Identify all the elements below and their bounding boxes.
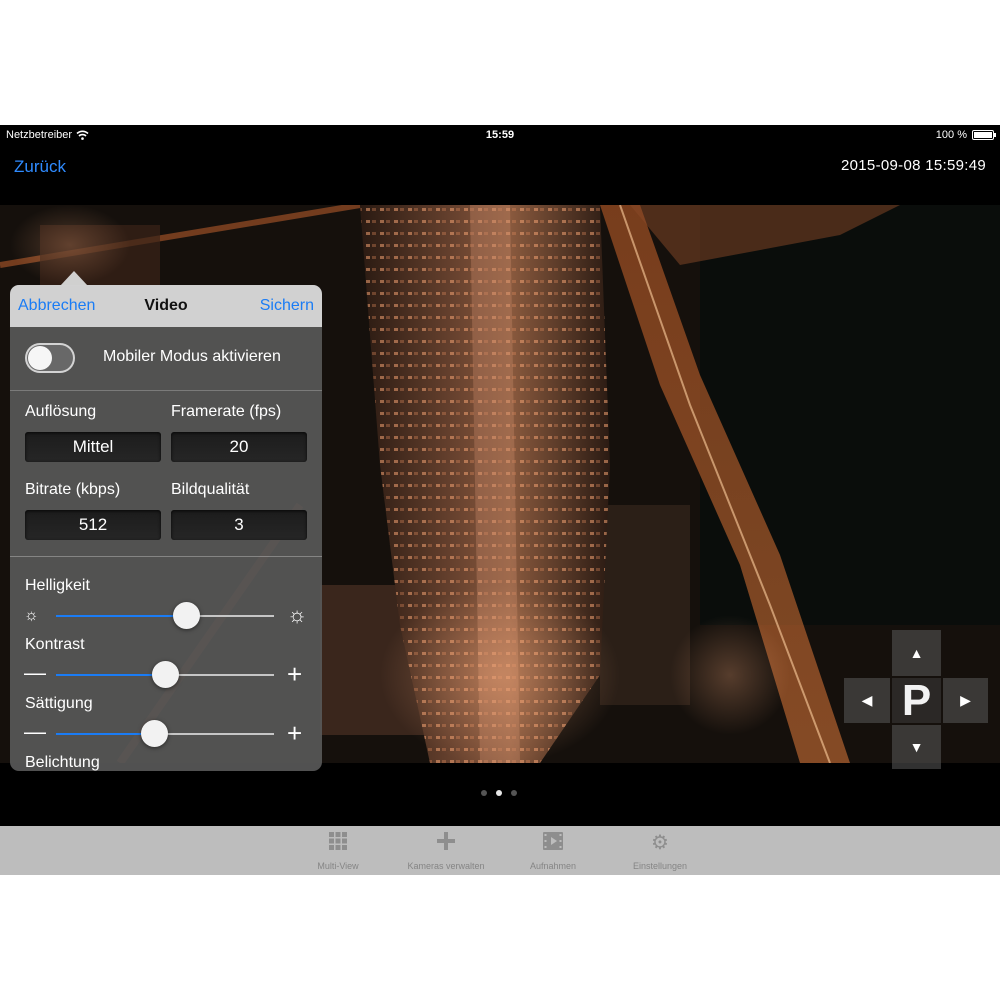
saturation-slider-knob[interactable] — [140, 720, 168, 747]
brightness-slider-knob[interactable] — [173, 602, 201, 629]
navigation-bar: Zurück 2015-09-08 15:59:49 — [0, 145, 1000, 205]
popover-arrow — [60, 271, 88, 286]
arrow-right-icon: ▶ — [960, 692, 971, 708]
ptz-right-button[interactable]: ▶ — [943, 678, 988, 723]
back-button[interactable]: Zurück — [14, 157, 66, 177]
tab-multi-view[interactable]: Multi-View — [283, 831, 393, 875]
popover-header: Abbrechen Video Sichern — [10, 285, 322, 327]
save-button[interactable]: Sichern — [260, 297, 314, 315]
battery-percent: 100 % — [935, 129, 967, 141]
tab-recordings[interactable]: Aufnahmen — [498, 831, 608, 875]
bitrate-label: Bitrate (kbps) — [25, 481, 121, 498]
minus-icon: — — [24, 719, 46, 744]
contrast-slider-knob[interactable] — [151, 661, 179, 688]
plus-icon: + — [287, 718, 303, 748]
brightness-label: Helligkeit — [25, 577, 90, 594]
ptz-left-button[interactable]: ◀ — [844, 678, 890, 723]
page-dot[interactable] — [481, 790, 487, 796]
film-icon — [498, 831, 608, 855]
ptz-preset-button[interactable]: P — [892, 676, 941, 725]
exposure-label: Belichtung — [25, 754, 100, 771]
mobile-mode-label: Mobiler Modus aktivieren — [103, 348, 281, 365]
framerate-label: Framerate (fps) — [171, 403, 282, 420]
battery-icon — [972, 130, 996, 140]
mobile-mode-row: Mobiler Modus aktivieren — [10, 327, 322, 391]
arrow-left-icon: ◀ — [861, 692, 873, 708]
page-dot[interactable] — [496, 790, 502, 796]
recording-timestamp: 2015-09-08 15:59:49 — [841, 157, 986, 174]
contrast-label: Kontrast — [25, 636, 85, 653]
minus-icon: — — [24, 660, 46, 685]
page-dot[interactable] — [511, 790, 517, 796]
saturation-label: Sättigung — [25, 695, 93, 712]
gear-icon: ⚙ — [651, 832, 669, 854]
plus-icon: + — [287, 659, 303, 689]
resolution-label: Auflösung — [25, 403, 97, 420]
status-clock: 15:59 — [485, 129, 515, 141]
bitrate-select[interactable]: 512 — [25, 510, 161, 540]
ptz-down-button[interactable]: ▼ — [892, 725, 941, 769]
ptz-up-button[interactable]: ▲ — [892, 630, 941, 676]
quality-select[interactable]: 3 — [171, 510, 307, 540]
quality-label: Bildqualität — [171, 481, 250, 498]
tab-label: Kameras verwalten — [407, 861, 485, 871]
tab-label: Einstellungen — [632, 861, 688, 871]
contrast-slider-fill — [56, 674, 165, 676]
brightness-high-icon: ☼ — [287, 602, 308, 627]
status-bar: Netzbetreiber 15:59 100 % — [0, 125, 1000, 145]
battery-status: 100 % — [935, 129, 996, 141]
toggle-knob — [28, 346, 52, 370]
saturation-slider-fill — [56, 733, 155, 735]
battery-fill — [974, 132, 992, 138]
tab-settings[interactable]: ⚙ Einstellungen — [605, 831, 715, 875]
framerate-select[interactable]: 20 — [171, 432, 307, 462]
resolution-select[interactable]: Mittel — [25, 432, 161, 462]
video-settings-popover: Abbrechen Video Sichern Mobiler Modus ak… — [10, 285, 322, 771]
tab-manage-cameras[interactable]: Kameras verwalten — [391, 831, 501, 875]
tab-bar: Multi-View Kameras verwalten Aufnahmen ⚙… — [0, 826, 1000, 875]
grid-icon — [283, 831, 393, 855]
arrow-up-icon: ▲ — [909, 645, 924, 661]
plus-icon — [391, 831, 501, 855]
brightness-slider[interactable] — [56, 615, 274, 617]
brightness-low-icon: ☼ — [24, 607, 39, 624]
tab-label: Aufnahmen — [529, 861, 577, 871]
section-divider — [10, 556, 322, 557]
mobile-mode-toggle[interactable] — [25, 343, 75, 373]
tab-label: Multi-View — [317, 861, 359, 871]
arrow-down-icon: ▼ — [909, 739, 924, 755]
app-screen: Netzbetreiber 15:59 100 % Zurück 2015-09… — [0, 125, 1000, 875]
brightness-slider-fill — [56, 615, 187, 617]
